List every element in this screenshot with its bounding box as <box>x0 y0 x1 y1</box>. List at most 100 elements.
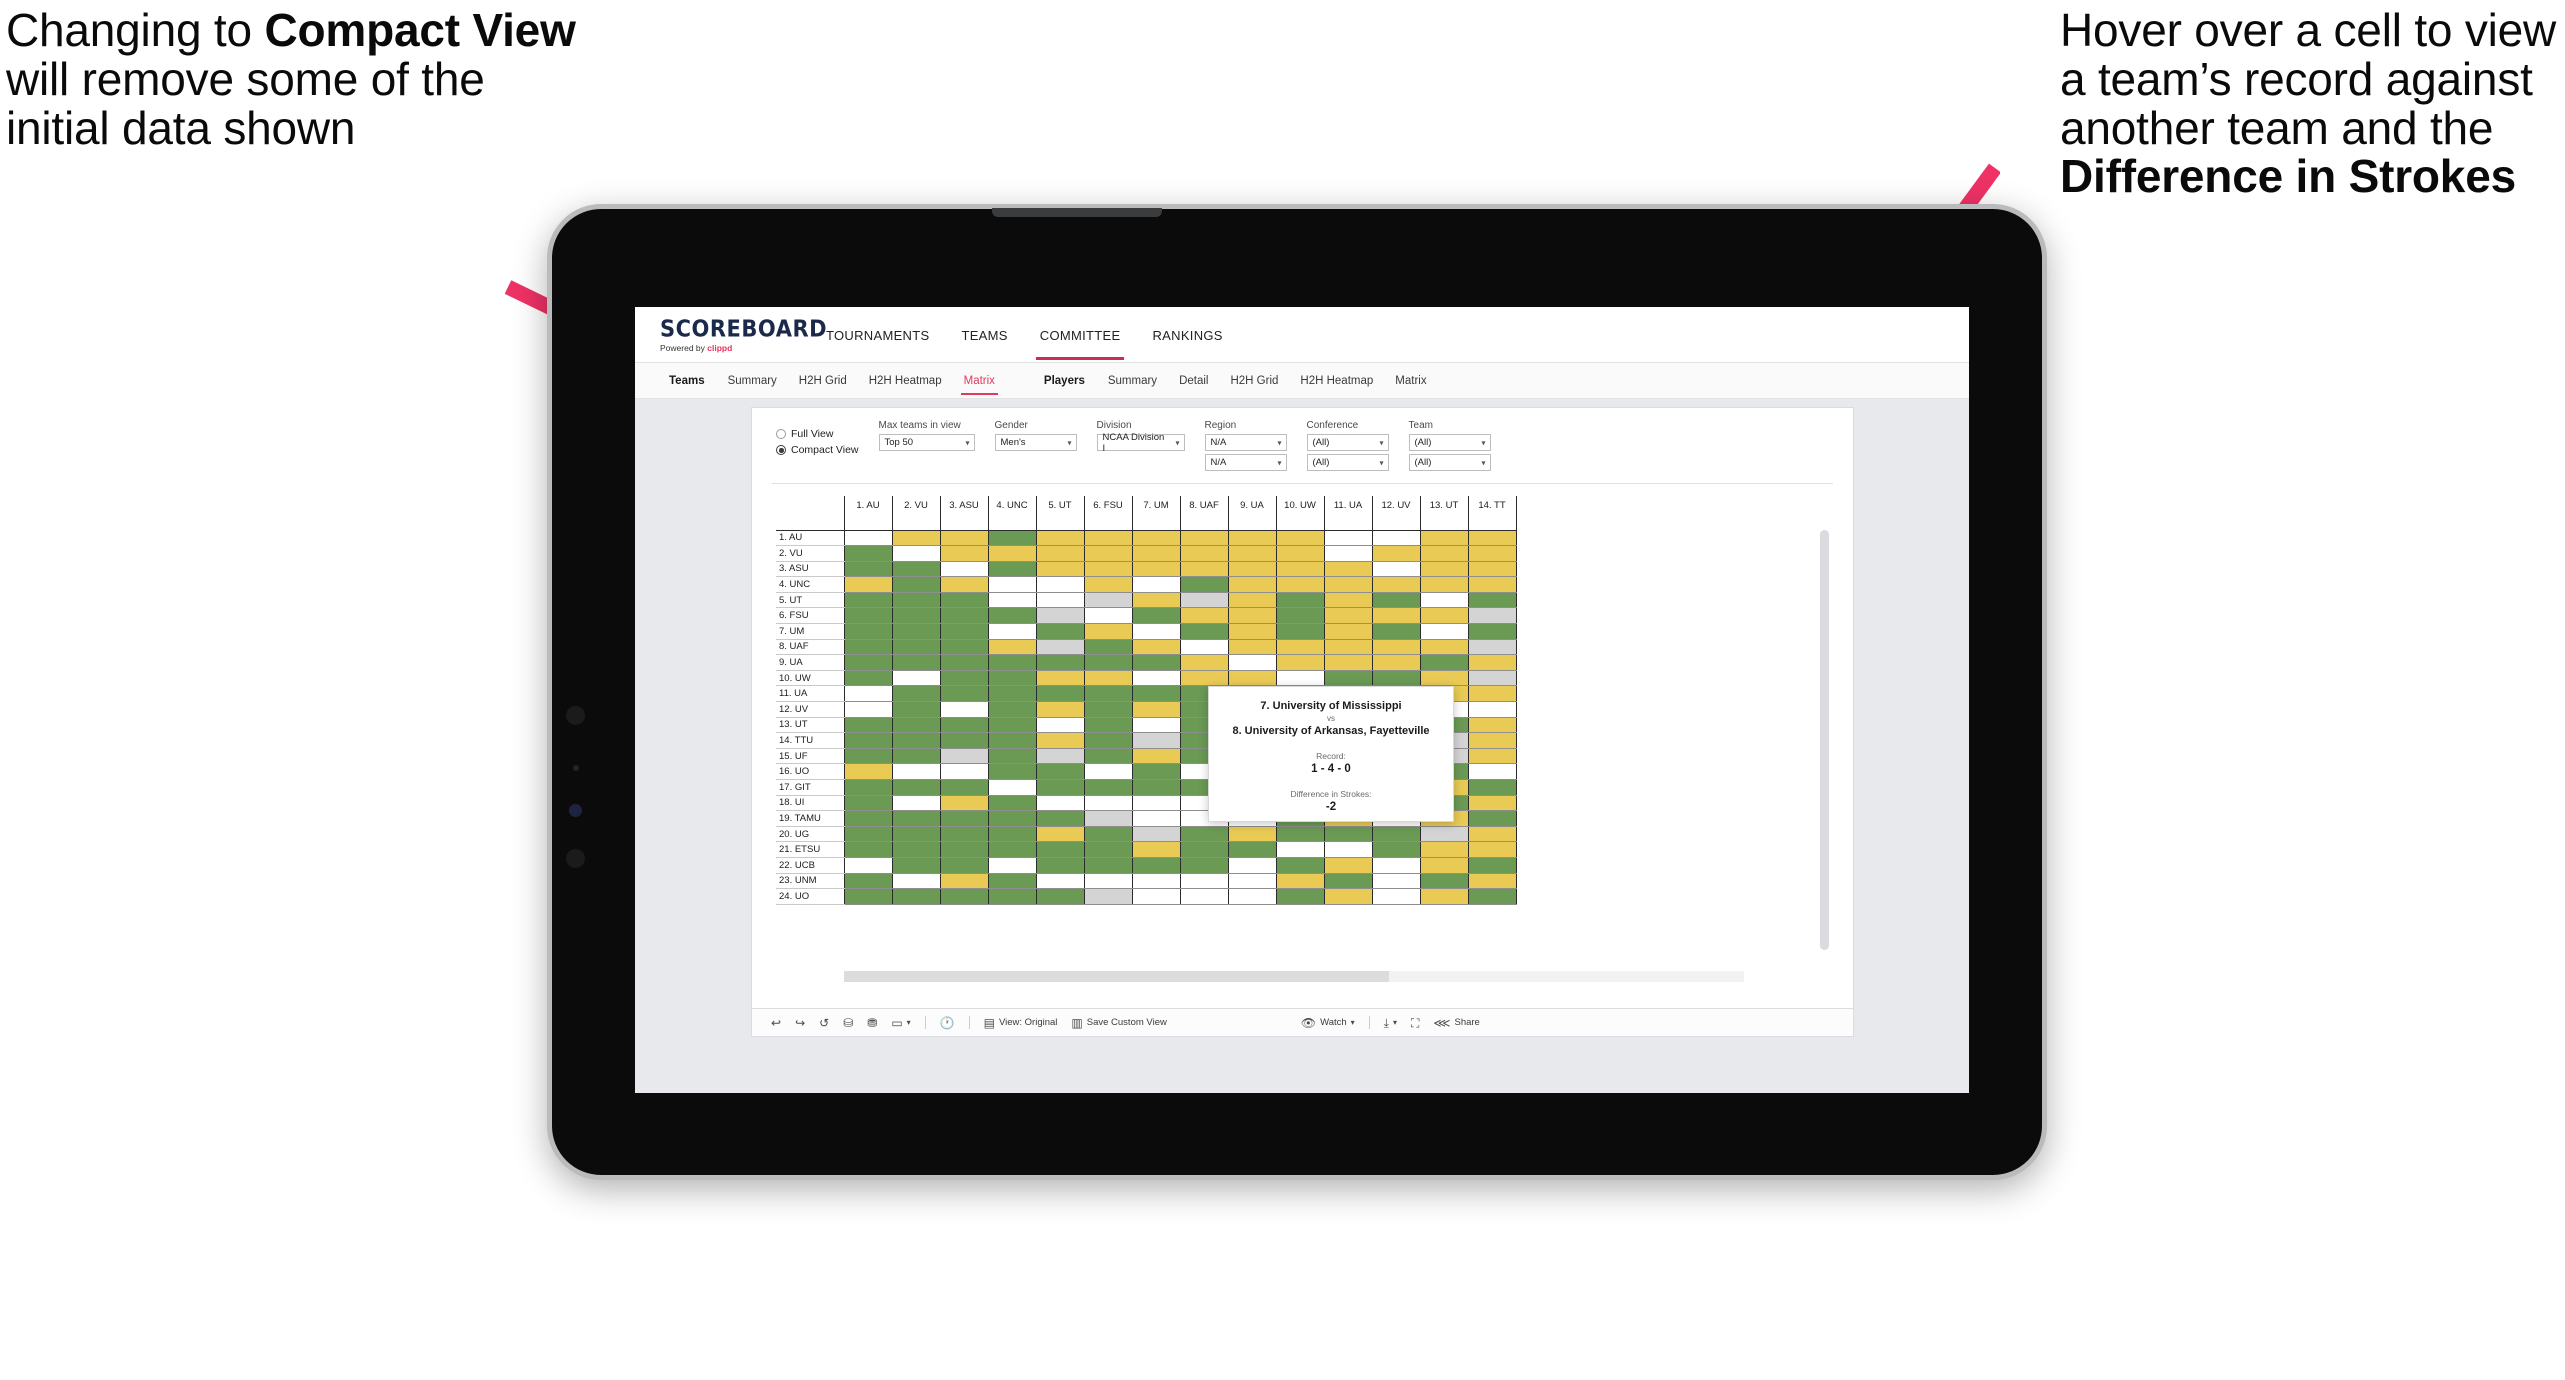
matrix-cell[interactable] <box>892 592 941 609</box>
matrix-cell[interactable] <box>1132 685 1181 703</box>
matrix-cell[interactable] <box>1228 639 1277 656</box>
matrix-cell[interactable] <box>1036 670 1085 687</box>
matrix-cell[interactable] <box>1132 701 1181 718</box>
matrix-cell[interactable] <box>1036 561 1085 578</box>
matrix-cell[interactable] <box>1468 561 1517 578</box>
matrix-cell[interactable] <box>1468 545 1517 562</box>
matrix-cell[interactable] <box>844 670 893 687</box>
subnav-players-matrix[interactable]: Matrix <box>1384 366 1437 395</box>
matrix-cell[interactable] <box>1324 670 1373 687</box>
matrix-cell[interactable] <box>1420 561 1469 578</box>
matrix-cell[interactable] <box>1084 592 1133 609</box>
radio-compact-view[interactable]: Compact View <box>776 442 859 458</box>
matrix-cell[interactable] <box>1084 779 1133 796</box>
matrix-cell[interactable] <box>988 639 1037 656</box>
matrix-cell[interactable] <box>1420 592 1469 609</box>
matrix-cell[interactable] <box>1228 654 1277 671</box>
fullscreen-button[interactable]: ⛶ <box>1404 1017 1426 1029</box>
matrix-cell[interactable] <box>1324 545 1373 562</box>
matrix-cell[interactable] <box>1036 623 1085 640</box>
matrix-cell[interactable] <box>1276 592 1325 609</box>
matrix-cell[interactable] <box>1132 857 1181 874</box>
matrix-cell[interactable] <box>940 795 989 812</box>
matrix-cell[interactable] <box>988 841 1037 858</box>
matrix-cell[interactable] <box>1372 545 1421 562</box>
matrix-cell[interactable] <box>988 592 1037 609</box>
matrix-cell[interactable] <box>1468 732 1517 749</box>
matrix-cell[interactable] <box>1084 763 1133 780</box>
matrix-cell[interactable] <box>1372 873 1421 890</box>
matrix-cell[interactable] <box>1132 748 1181 765</box>
matrix-cell[interactable] <box>1468 623 1517 640</box>
share-button[interactable]: ⋘ Share <box>1426 1017 1486 1029</box>
subnav-teams-h2h-heatmap[interactable]: H2H Heatmap <box>858 366 953 395</box>
matrix-cell[interactable] <box>844 888 893 905</box>
matrix-cell[interactable] <box>1276 530 1325 547</box>
matrix-cell[interactable] <box>1468 826 1517 843</box>
matrix-cell[interactable] <box>1036 763 1085 780</box>
matrix-cell[interactable] <box>1324 639 1373 656</box>
matrix-cell[interactable] <box>1180 607 1229 625</box>
matrix-cell[interactable] <box>1372 530 1421 547</box>
matrix-cell[interactable] <box>940 810 989 827</box>
matrix-cell[interactable] <box>1468 607 1517 625</box>
matrix-cell[interactable] <box>940 888 989 905</box>
matrix-cell[interactable] <box>844 857 893 874</box>
matrix-cell[interactable] <box>1180 826 1229 843</box>
matrix-cell[interactable] <box>1132 639 1181 656</box>
matrix-cell[interactable] <box>892 873 941 890</box>
matrix-cell[interactable] <box>940 701 989 718</box>
matrix-cell[interactable] <box>1324 873 1373 890</box>
matrix-cell[interactable] <box>1036 639 1085 656</box>
matrix-cell[interactable] <box>940 545 989 562</box>
matrix-cell[interactable] <box>1468 888 1517 905</box>
matrix-cell[interactable] <box>988 701 1037 718</box>
matrix-cell[interactable] <box>1468 748 1517 765</box>
matrix-cell[interactable] <box>1372 888 1421 905</box>
matrix-cell[interactable] <box>1324 530 1373 547</box>
matrix-cell[interactable] <box>892 576 941 593</box>
matrix-cell[interactable] <box>1276 857 1325 874</box>
matrix-cell[interactable] <box>1084 545 1133 562</box>
filter-division-select[interactable]: NCAA Division I <box>1096 432 1185 454</box>
matrix-cell[interactable] <box>1420 826 1469 843</box>
matrix-cell[interactable] <box>1084 607 1133 625</box>
matrix-cell[interactable] <box>1036 530 1085 547</box>
matrix-cell[interactable] <box>1372 639 1421 656</box>
matrix-cell[interactable] <box>1132 841 1181 858</box>
matrix-cell[interactable] <box>1420 639 1469 656</box>
matrix-cell[interactable] <box>892 732 941 749</box>
matrix-cell[interactable] <box>940 826 989 843</box>
matrix-cell[interactable] <box>940 607 989 625</box>
matrix-cell[interactable] <box>1324 654 1373 671</box>
matrix-cell[interactable] <box>988 685 1037 703</box>
matrix-cell[interactable] <box>844 841 893 858</box>
matrix-cell[interactable] <box>1180 623 1229 640</box>
matrix-cell[interactable] <box>1132 888 1181 905</box>
matrix-cell[interactable] <box>988 607 1037 625</box>
matrix-cell[interactable] <box>892 701 941 718</box>
brand-logo[interactable]: SCOREBOARD Powered by clippd <box>660 316 827 353</box>
matrix-cell[interactable] <box>940 530 989 547</box>
matrix-cell[interactable] <box>940 717 989 734</box>
matrix-cell[interactable] <box>988 717 1037 734</box>
matrix-cell[interactable] <box>988 654 1037 671</box>
matrix-cell[interactable] <box>1180 873 1229 890</box>
matrix-cell[interactable] <box>940 670 989 687</box>
matrix-cell[interactable] <box>892 795 941 812</box>
matrix-cell[interactable] <box>892 561 941 578</box>
matrix-cell[interactable] <box>844 592 893 609</box>
matrix-cell[interactable] <box>892 670 941 687</box>
filter-team-select-2[interactable]: (All) <box>1408 454 1491 471</box>
matrix-cell[interactable] <box>1372 576 1421 593</box>
matrix-cell[interactable] <box>1084 685 1133 703</box>
matrix-cell[interactable] <box>1228 670 1277 687</box>
matrix-cell[interactable] <box>1372 670 1421 687</box>
matrix-cell[interactable] <box>1468 654 1517 671</box>
matrix-cell[interactable] <box>1324 576 1373 593</box>
matrix-cell[interactable] <box>1324 623 1373 640</box>
matrix-cell[interactable] <box>892 826 941 843</box>
matrix-cell[interactable] <box>1372 841 1421 858</box>
history-button[interactable]: 🕐 <box>933 1017 962 1029</box>
refresh-data-button[interactable]: ⛁ <box>836 1017 860 1029</box>
